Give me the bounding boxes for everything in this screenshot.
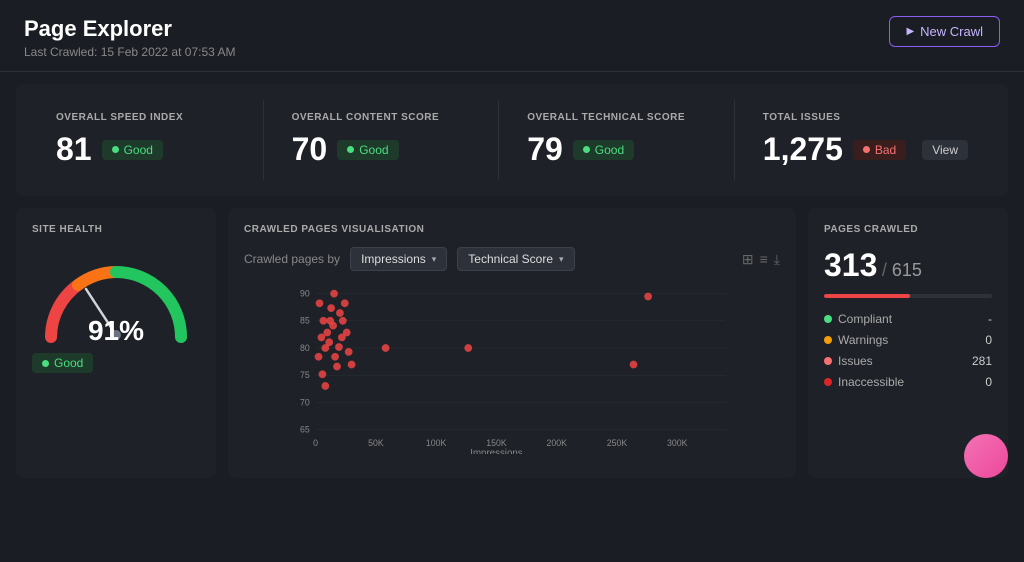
inaccessible-dot	[824, 378, 832, 386]
svg-text:150K: 150K	[486, 438, 507, 448]
scatter-plot-area: 90 85 80 75 70 65 0 50K 100K 150K 200K 2	[244, 279, 780, 454]
content-score-dot	[347, 146, 354, 153]
list-icon[interactable]: ≡	[760, 251, 768, 268]
pages-progress-bar	[824, 294, 992, 298]
technical-score-value: 79	[527, 131, 563, 168]
technical-score-label: OVERALL TECHNICAL SCORE	[527, 112, 718, 123]
scatter-plot-svg: 90 85 80 75 70 65 0 50K 100K 150K 200K 2	[244, 279, 780, 454]
pages-total-count: 615	[892, 260, 922, 280]
svg-text:250K: 250K	[607, 438, 628, 448]
legend-warnings: Warnings 0	[824, 333, 992, 347]
header-left: Page Explorer Last Crawled: 15 Feb 2022 …	[24, 16, 235, 59]
total-issues-value: 1,275	[763, 131, 843, 168]
svg-text:80: 80	[300, 343, 310, 353]
bottom-row: SITE HEALTH 91% Good	[0, 208, 1024, 478]
svg-text:85: 85	[300, 316, 310, 326]
site-health-status-badge: Good	[32, 353, 93, 373]
total-issues-label: TOTAL ISSUES	[763, 112, 968, 123]
crawled-pages-label: CRAWLED PAGES VISUALISATION	[244, 224, 780, 235]
view-issues-button[interactable]: View	[922, 140, 968, 160]
impressions-chevron-icon: ▾	[432, 254, 437, 265]
issues-dot	[824, 357, 832, 365]
last-crawled: Last Crawled: 15 Feb 2022 at 07:53 AM	[24, 45, 235, 59]
svg-text:200K: 200K	[547, 438, 568, 448]
crawled-by-label: Crawled pages by	[244, 252, 340, 266]
content-score-label: OVERALL CONTENT SCORE	[292, 112, 483, 123]
svg-text:Impressions: Impressions	[470, 448, 523, 454]
speed-index-dot	[112, 146, 119, 153]
speed-index-value: 81	[56, 131, 92, 168]
speed-index-label: OVERALL SPEED INDEX	[56, 112, 247, 123]
total-issues-dot	[863, 146, 870, 153]
download-icon[interactable]: ⤓	[774, 251, 780, 268]
header: Page Explorer Last Crawled: 15 Feb 2022 …	[0, 0, 1024, 72]
impressions-dropdown[interactable]: Impressions ▾	[350, 247, 447, 271]
compliant-dot	[824, 315, 832, 323]
svg-text:75: 75	[300, 370, 310, 380]
speed-index-card: OVERALL SPEED INDEX 81 Good	[40, 100, 264, 180]
legend-inaccessible: Inaccessible 0	[824, 375, 992, 389]
grid-icon[interactable]: ⊞	[742, 251, 754, 268]
content-score-value: 70	[292, 131, 328, 168]
total-issues-badge: Bad	[853, 140, 906, 160]
site-health-gauge-badge: Good	[32, 353, 93, 373]
legend-issues: Issues 281	[824, 354, 992, 368]
content-score-card: OVERALL CONTENT SCORE 70 Good	[276, 100, 500, 180]
page-title: Page Explorer	[24, 16, 235, 42]
pages-crawled-count: 313	[824, 247, 877, 283]
pages-count-row: 313 / 615	[824, 247, 992, 284]
content-score-badge: Good	[337, 140, 398, 160]
technical-score-chevron-icon: ▾	[559, 254, 564, 265]
technical-score-dropdown[interactable]: Technical Score ▾	[457, 247, 574, 271]
gauge-center: 91%	[88, 315, 144, 347]
svg-text:0: 0	[313, 438, 318, 448]
technical-score-dot	[583, 146, 590, 153]
speed-index-badge: Good	[102, 140, 163, 160]
site-health-label: SITE HEALTH	[32, 224, 102, 235]
pages-crawled-label: PAGES CRAWLED	[824, 224, 992, 235]
technical-score-card: OVERALL TECHNICAL SCORE 79 Good	[511, 100, 735, 180]
warnings-dot	[824, 336, 832, 344]
score-cards-row: OVERALL SPEED INDEX 81 Good OVERALL CONT…	[16, 84, 1008, 196]
svg-text:100K: 100K	[426, 438, 447, 448]
gauge-container: 91%	[36, 247, 196, 347]
pages-bar-fill	[824, 294, 910, 298]
svg-text:300K: 300K	[667, 438, 688, 448]
technical-score-badge: Good	[573, 140, 634, 160]
legend-compliant: Compliant -	[824, 312, 992, 326]
svg-text:65: 65	[300, 425, 310, 435]
svg-text:90: 90	[300, 289, 310, 299]
chart-icons: ⊞ ≡ ⤓	[742, 251, 780, 268]
svg-text:70: 70	[300, 397, 310, 407]
new-crawl-button[interactable]: ▶ New Crawl	[889, 16, 1000, 47]
gauge-percent: 91%	[88, 315, 144, 347]
avatar	[964, 434, 1008, 478]
play-icon: ▶	[906, 26, 914, 37]
crawled-pages-card: CRAWLED PAGES VISUALISATION Crawled page…	[228, 208, 796, 478]
svg-text:50K: 50K	[368, 438, 384, 448]
crawled-controls: Crawled pages by Impressions ▾ Technical…	[244, 247, 780, 271]
site-health-card: SITE HEALTH 91% Good	[16, 208, 216, 478]
total-issues-card: TOTAL ISSUES 1,275 Bad View	[747, 100, 984, 180]
